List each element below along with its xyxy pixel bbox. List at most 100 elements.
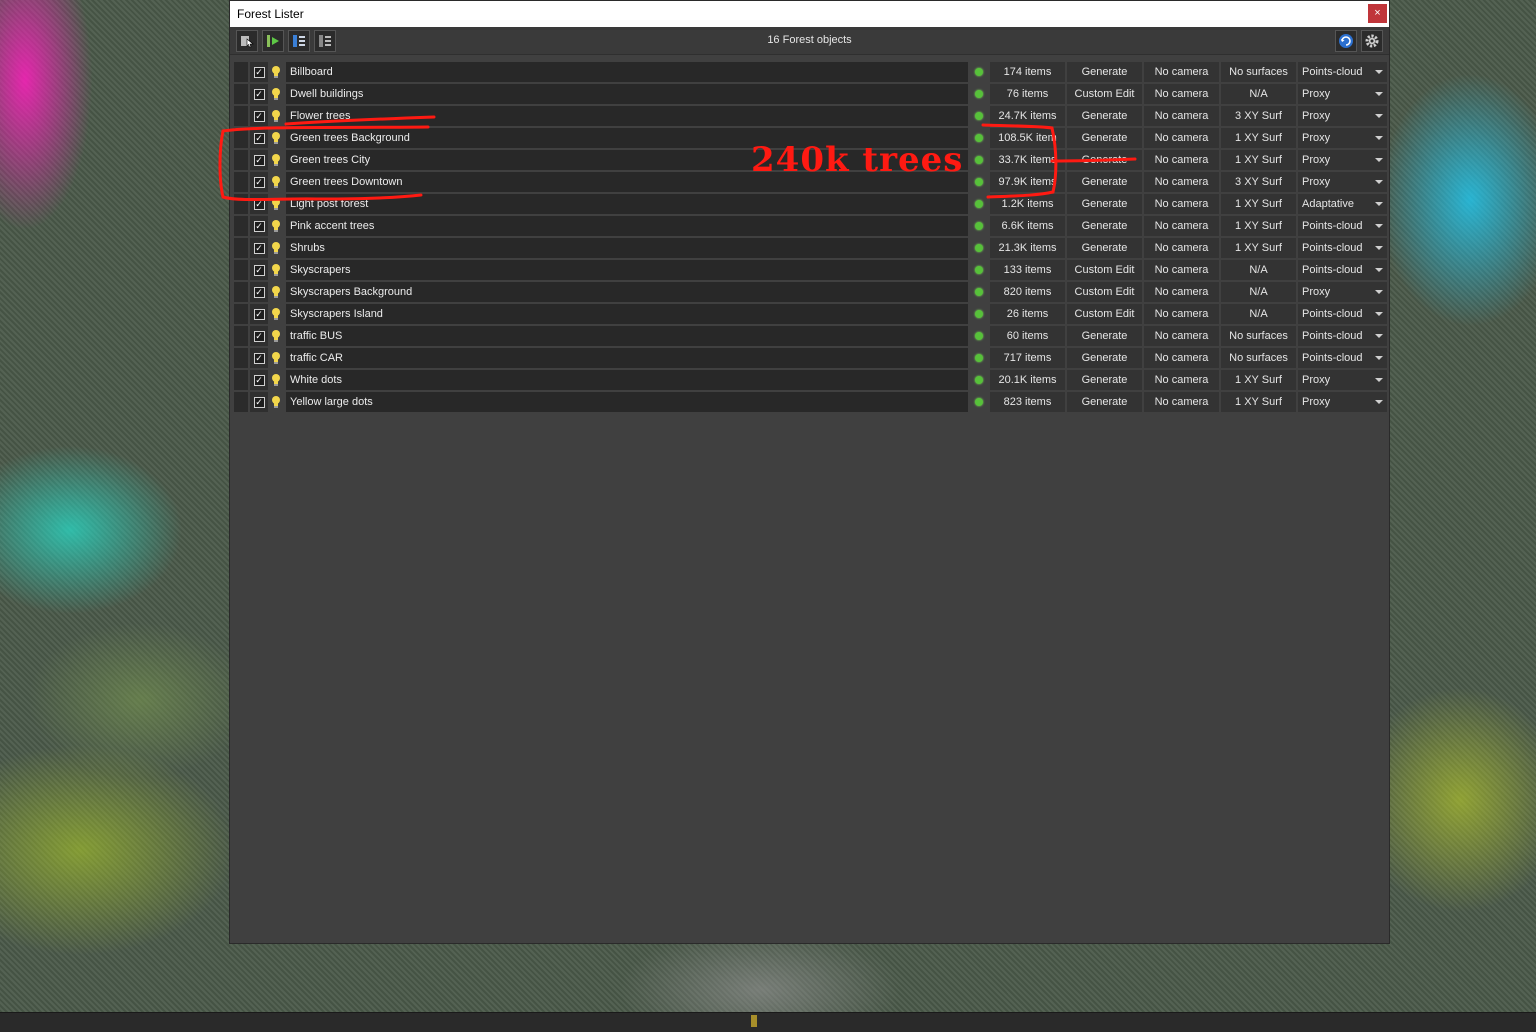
surface-button[interactable]: No surfaces: [1221, 348, 1296, 368]
mode-button[interactable]: Generate: [1067, 194, 1142, 214]
table-row[interactable]: ✓ Dwell buildings 76 items Custom Edit N…: [234, 83, 1389, 105]
display-mode-select[interactable]: Points-cloud: [1298, 326, 1387, 346]
row-selector[interactable]: [234, 106, 248, 126]
surface-button[interactable]: 1 XY Surf: [1221, 150, 1296, 170]
display-mode-select[interactable]: Points-cloud: [1298, 348, 1387, 368]
enable-checkbox[interactable]: ✓: [250, 84, 268, 104]
camera-button[interactable]: No camera: [1144, 392, 1219, 412]
mode-button[interactable]: Custom Edit: [1067, 304, 1142, 324]
camera-button[interactable]: No camera: [1144, 282, 1219, 302]
surface-button[interactable]: No surfaces: [1221, 326, 1296, 346]
table-row[interactable]: ✓ Skyscrapers Island 26 items Custom Edi…: [234, 303, 1389, 325]
forest-name[interactable]: Pink accent trees: [286, 216, 968, 236]
forest-name[interactable]: Light post forest: [286, 194, 968, 214]
camera-button[interactable]: No camera: [1144, 172, 1219, 192]
visibility-toggle[interactable]: [268, 128, 284, 148]
enable-checkbox[interactable]: ✓: [250, 326, 268, 346]
list-view-button[interactable]: [288, 29, 310, 52]
camera-button[interactable]: No camera: [1144, 84, 1219, 104]
table-row[interactable]: ✓ Shrubs 21.3K items Generate No camera …: [234, 237, 1389, 259]
visibility-toggle[interactable]: [268, 238, 284, 258]
mode-button[interactable]: Generate: [1067, 238, 1142, 258]
timeline-marker[interactable]: [751, 1015, 757, 1027]
surface-button[interactable]: No surfaces: [1221, 62, 1296, 82]
visibility-toggle[interactable]: [268, 282, 284, 302]
mode-button[interactable]: Custom Edit: [1067, 282, 1142, 302]
camera-button[interactable]: No camera: [1144, 216, 1219, 236]
forest-name[interactable]: Skyscrapers Island: [286, 304, 968, 324]
surface-button[interactable]: 1 XY Surf: [1221, 128, 1296, 148]
camera-button[interactable]: No camera: [1144, 150, 1219, 170]
visibility-toggle[interactable]: [268, 392, 284, 412]
enable-checkbox[interactable]: ✓: [250, 216, 268, 236]
mode-button[interactable]: Generate: [1067, 150, 1142, 170]
visibility-toggle[interactable]: [268, 370, 284, 390]
visibility-toggle[interactable]: [268, 62, 284, 82]
row-selector[interactable]: [234, 150, 248, 170]
refresh-button[interactable]: [1335, 30, 1357, 52]
select-tool-button[interactable]: [236, 29, 258, 52]
camera-button[interactable]: No camera: [1144, 238, 1219, 258]
visibility-toggle[interactable]: [268, 304, 284, 324]
camera-button[interactable]: No camera: [1144, 128, 1219, 148]
enable-checkbox[interactable]: ✓: [250, 194, 268, 214]
surface-button[interactable]: N/A: [1221, 304, 1296, 324]
row-selector[interactable]: [234, 194, 248, 214]
mode-button[interactable]: Generate: [1067, 392, 1142, 412]
enable-checkbox[interactable]: ✓: [250, 260, 268, 280]
surface-button[interactable]: 1 XY Surf: [1221, 194, 1296, 214]
enable-checkbox[interactable]: ✓: [250, 370, 268, 390]
surface-button[interactable]: 1 XY Surf: [1221, 216, 1296, 236]
camera-button[interactable]: No camera: [1144, 326, 1219, 346]
enable-checkbox[interactable]: ✓: [250, 150, 268, 170]
forest-name[interactable]: Skyscrapers Background: [286, 282, 968, 302]
mode-button[interactable]: Custom Edit: [1067, 84, 1142, 104]
display-mode-select[interactable]: Proxy: [1298, 106, 1387, 126]
surface-button[interactable]: 3 XY Surf: [1221, 172, 1296, 192]
surface-button[interactable]: 1 XY Surf: [1221, 238, 1296, 258]
camera-button[interactable]: No camera: [1144, 106, 1219, 126]
table-row[interactable]: ✓ traffic CAR 717 items Generate No came…: [234, 347, 1389, 369]
row-selector[interactable]: [234, 128, 248, 148]
forest-name[interactable]: Dwell buildings: [286, 84, 968, 104]
enable-checkbox[interactable]: ✓: [250, 128, 268, 148]
surface-button[interactable]: 1 XY Surf: [1221, 370, 1296, 390]
mode-button[interactable]: Generate: [1067, 172, 1142, 192]
enable-checkbox[interactable]: ✓: [250, 172, 268, 192]
close-button[interactable]: ×: [1368, 4, 1387, 23]
camera-button[interactable]: No camera: [1144, 370, 1219, 390]
forest-name[interactable]: traffic CAR: [286, 348, 968, 368]
visibility-toggle[interactable]: [268, 326, 284, 346]
display-mode-select[interactable]: Adaptative: [1298, 194, 1387, 214]
row-selector[interactable]: [234, 62, 248, 82]
display-mode-select[interactable]: Proxy: [1298, 172, 1387, 192]
visibility-toggle[interactable]: [268, 194, 284, 214]
table-row[interactable]: ✓ Light post forest 1.2K items Generate …: [234, 193, 1389, 215]
surface-button[interactable]: 1 XY Surf: [1221, 392, 1296, 412]
display-mode-select[interactable]: Proxy: [1298, 370, 1387, 390]
display-mode-select[interactable]: Proxy: [1298, 392, 1387, 412]
mode-button[interactable]: Custom Edit: [1067, 260, 1142, 280]
surface-button[interactable]: N/A: [1221, 260, 1296, 280]
row-selector[interactable]: [234, 304, 248, 324]
enable-checkbox[interactable]: ✓: [250, 348, 268, 368]
enable-checkbox[interactable]: ✓: [250, 62, 268, 82]
display-mode-select[interactable]: Points-cloud: [1298, 62, 1387, 82]
forest-name[interactable]: Skyscrapers: [286, 260, 968, 280]
mode-button[interactable]: Generate: [1067, 326, 1142, 346]
display-mode-select[interactable]: Points-cloud: [1298, 216, 1387, 236]
table-row[interactable]: ✓ Flower trees 24.7K items Generate No c…: [234, 105, 1389, 127]
row-selector[interactable]: [234, 326, 248, 346]
visibility-toggle[interactable]: [268, 260, 284, 280]
table-row[interactable]: ✓ Pink accent trees 6.6K items Generate …: [234, 215, 1389, 237]
row-selector[interactable]: [234, 282, 248, 302]
surface-button[interactable]: N/A: [1221, 282, 1296, 302]
mode-button[interactable]: Generate: [1067, 62, 1142, 82]
table-row[interactable]: ✓ Skyscrapers Background 820 items Custo…: [234, 281, 1389, 303]
settings-button[interactable]: [1361, 30, 1383, 52]
forest-name[interactable]: Flower trees: [286, 106, 968, 126]
table-row[interactable]: ✓ Yellow large dots 823 items Generate N…: [234, 391, 1389, 413]
columns-view-button[interactable]: [314, 29, 336, 52]
camera-button[interactable]: No camera: [1144, 62, 1219, 82]
row-selector[interactable]: [234, 238, 248, 258]
